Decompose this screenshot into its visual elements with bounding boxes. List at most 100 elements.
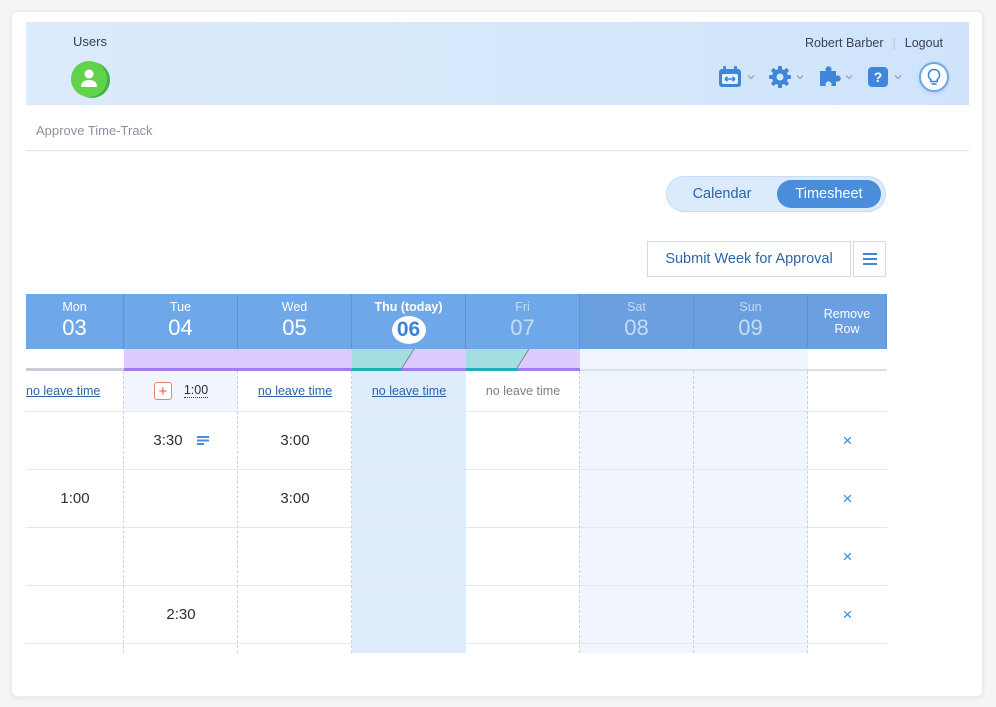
time-cell[interactable] [26, 412, 124, 470]
time-cell[interactable] [26, 528, 124, 586]
svg-text:?: ? [874, 69, 883, 85]
day-column-thu: Thu (today) 06 no leave time [352, 294, 466, 653]
leave-cell [580, 371, 694, 412]
day-name: Sun [739, 300, 762, 314]
day-column-sat: Sat 08 [580, 294, 694, 653]
no-leave-text: no leave time [485, 384, 561, 398]
time-cell[interactable] [124, 528, 238, 586]
day-status-bar-partial [352, 348, 466, 371]
remove-row-button[interactable]: × [843, 489, 853, 509]
time-cell[interactable]: 3:30 [124, 412, 238, 470]
time-cell[interactable] [352, 470, 466, 528]
leave-cell: no leave time [26, 371, 124, 412]
top-header: Users Robert Barber | Logout ? [26, 22, 969, 105]
timesheet-view-button[interactable]: Timesheet [777, 180, 881, 208]
leave-cell [808, 371, 887, 412]
today-badge: 06 [391, 316, 426, 344]
logout-link[interactable]: Logout [905, 36, 943, 50]
puzzle-icon [820, 66, 841, 86]
time-cell[interactable] [580, 528, 694, 586]
calendar-view-button[interactable]: Calendar [670, 180, 774, 208]
day-number: 05 [282, 315, 307, 340]
day-status-bar [694, 349, 808, 371]
time-cell[interactable] [352, 586, 466, 644]
time-value: 3:30 [153, 432, 183, 449]
time-cell[interactable] [466, 470, 580, 528]
time-cell[interactable] [352, 412, 466, 470]
settings-menu-button[interactable] [768, 65, 805, 89]
divider: | [892, 36, 896, 50]
time-cell[interactable]: 3:00 [238, 470, 352, 528]
note-icon[interactable] [196, 432, 209, 449]
day-header: Mon 03 [26, 294, 124, 349]
help-menu-button[interactable]: ? [866, 65, 903, 89]
help-icon: ? [868, 67, 888, 87]
time-cell[interactable] [694, 470, 808, 528]
day-column-fri: Fri 07 no leave time [466, 294, 580, 653]
day-column-sun: Sun 09 [694, 294, 808, 653]
submit-week-button[interactable]: Submit Week for Approval [647, 241, 851, 277]
day-status-bar [124, 349, 238, 371]
time-cell[interactable]: 3:00 [238, 412, 352, 470]
leave-cell: + 1:00 [124, 371, 238, 412]
calendar-menu-button[interactable] [717, 65, 756, 89]
remove-row-column: Remove Row × × × × [808, 294, 887, 653]
status-bar-blank [808, 349, 887, 371]
user-avatar-icon[interactable] [70, 60, 112, 100]
chevron-down-icon [894, 75, 902, 80]
day-name: Thu (today) [374, 300, 443, 314]
day-number: 08 [624, 315, 649, 340]
time-cell[interactable] [580, 586, 694, 644]
time-cell[interactable] [124, 470, 238, 528]
no-leave-link[interactable]: no leave time [372, 384, 446, 398]
no-leave-link[interactable]: no leave time [258, 384, 332, 398]
calendar-swap-icon [719, 66, 741, 87]
day-number: 04 [168, 315, 193, 340]
leave-value[interactable]: 1:00 [183, 384, 209, 398]
day-header: Wed 05 [238, 294, 352, 349]
time-cell[interactable] [352, 528, 466, 586]
time-cell[interactable] [694, 586, 808, 644]
leave-cell: no leave time [352, 371, 466, 412]
remove-row-button[interactable]: × [843, 605, 853, 625]
ideas-button[interactable] [919, 62, 949, 92]
day-header: Thu (today) 06 [352, 294, 466, 349]
time-cell[interactable]: 1:00 [26, 470, 124, 528]
divider [26, 150, 969, 151]
add-leave-button[interactable]: + [153, 382, 172, 400]
day-column-wed: Wed 05 no leave time 3:00 3:00 [238, 294, 352, 653]
day-name: Sat [627, 300, 646, 314]
time-cell[interactable] [694, 412, 808, 470]
timesheet-grid: Mon 03 no leave time 1:00 Tue 04 + 1:00 … [26, 294, 887, 653]
time-cell[interactable] [238, 586, 352, 644]
day-header: Sun 09 [694, 294, 808, 349]
remove-row-cell: × [808, 586, 887, 644]
day-status-bar-partial [466, 348, 580, 371]
day-name: Wed [281, 300, 308, 314]
day-number: 03 [62, 315, 87, 340]
time-cell[interactable] [580, 470, 694, 528]
remove-row-cell: × [808, 412, 887, 470]
gear-icon [769, 66, 791, 88]
time-cell[interactable] [580, 412, 694, 470]
day-status-bar [26, 349, 124, 371]
remove-row-button[interactable]: × [843, 431, 853, 451]
remove-row-cell: × [808, 528, 887, 586]
chevron-down-icon [845, 75, 853, 80]
no-leave-link[interactable]: no leave time [26, 384, 100, 398]
day-name: Mon [62, 300, 87, 314]
day-name: Fri [515, 300, 530, 314]
integrations-menu-button[interactable] [817, 65, 854, 89]
day-number: 07 [510, 315, 535, 340]
time-cell[interactable] [26, 586, 124, 644]
remove-row-button[interactable]: × [843, 547, 853, 567]
time-cell[interactable] [466, 412, 580, 470]
time-cell[interactable] [466, 528, 580, 586]
time-cell[interactable] [238, 528, 352, 586]
time-cell[interactable] [466, 586, 580, 644]
remove-row-cell: × [808, 470, 887, 528]
time-cell[interactable] [694, 528, 808, 586]
time-cell[interactable]: 2:30 [124, 586, 238, 644]
more-options-button[interactable] [853, 241, 886, 277]
chevron-down-icon [796, 75, 804, 80]
